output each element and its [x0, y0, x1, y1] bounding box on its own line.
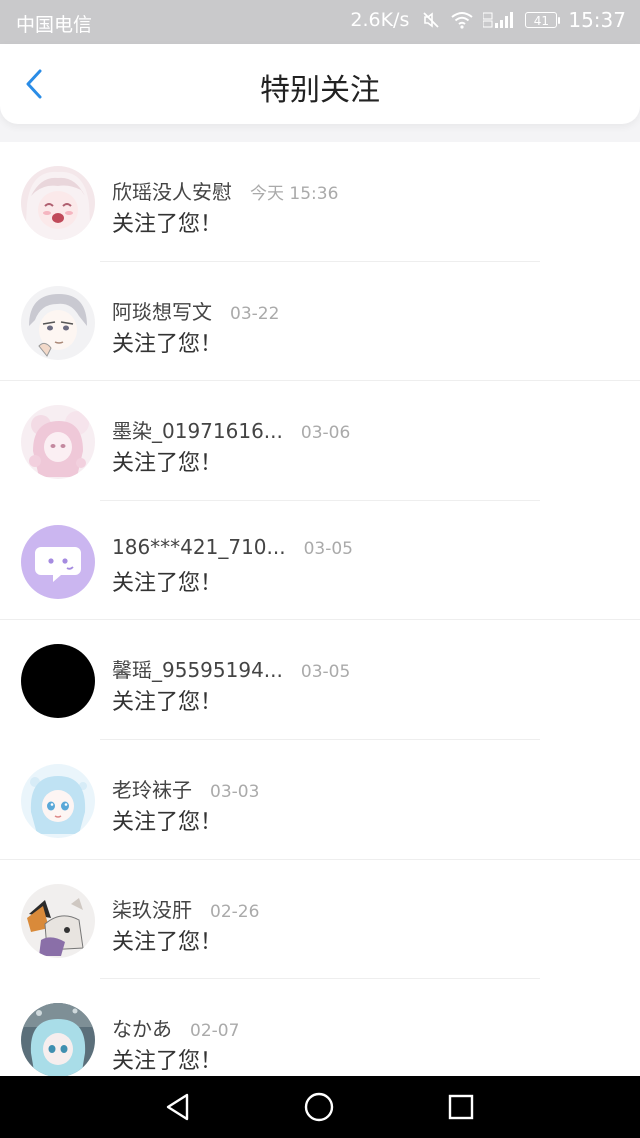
list-item[interactable]: 186***421_710... 03-05 关注了您！ — [0, 501, 640, 621]
list-item[interactable]: 墨染_01971616... 03-06 关注了您！ — [0, 381, 640, 501]
user-name-row: 柒玖没肝 02-26 — [112, 894, 259, 923]
list-item[interactable]: 老玲袜子 03-03 关注了您！ — [0, 740, 640, 860]
user-name: 馨瑶_95595194... — [112, 658, 283, 683]
user-name-row: 墨染_01971616... 03-06 — [112, 415, 350, 444]
avatar[interactable] — [21, 405, 95, 480]
user-name-row: 馨瑶_95595194... 03-05 — [112, 654, 350, 683]
mute-icon — [421, 10, 441, 30]
timestamp: 02-26 — [210, 901, 260, 922]
list-item[interactable]: 欣瑶没人安慰 今天 15:36 关注了您！ — [0, 142, 640, 262]
user-name: 欣瑶没人安慰 — [112, 180, 232, 204]
user-name: 柒玖没肝 — [112, 897, 192, 922]
list-item[interactable]: 馨瑶_95595194... 03-05 关注了您！ — [0, 620, 640, 740]
avatar[interactable] — [21, 285, 95, 360]
user-name-row: 阿琰想写文 03-22 — [112, 296, 279, 325]
timestamp: 03-05 — [303, 538, 353, 559]
page-title: 特别关注 — [260, 73, 380, 108]
user-name: 186***421_710... — [112, 534, 286, 559]
battery-icon: 41 — [525, 12, 561, 28]
avatar[interactable] — [21, 166, 95, 240]
message-text: 关注了您！ — [112, 809, 223, 835]
user-name-row: なかあ 02-07 — [112, 1013, 239, 1042]
user-name: 老玲袜子 — [112, 777, 192, 802]
user-name-row: 186***421_710... 03-05 — [112, 535, 353, 559]
battery-tip — [558, 16, 561, 24]
list-item[interactable]: 阿琰想写文 03-22 关注了您！ — [0, 262, 640, 382]
user-name: 阿琰想写文 — [112, 299, 212, 324]
timestamp: 02-07 — [190, 1021, 240, 1042]
message-text: 关注了您！ — [112, 451, 223, 477]
user-name: 墨染_01971616... — [112, 419, 283, 444]
user-name: なかあ — [112, 1017, 172, 1042]
status-bar: 中国电信 2.6K/s 41 15:37 — [0, 0, 640, 44]
header: 特别关注 — [0, 44, 640, 124]
wifi-icon — [451, 11, 473, 29]
avatar[interactable] — [21, 524, 95, 599]
avatar[interactable] — [21, 763, 95, 838]
message-text: 关注了您！ — [112, 212, 223, 237]
message-text: 关注了您！ — [112, 1049, 223, 1075]
system-nav-bar — [0, 1076, 640, 1138]
message-text: 关注了您！ — [112, 570, 223, 596]
timestamp: 03-03 — [210, 781, 260, 802]
signal-icon — [482, 11, 515, 29]
network-speed: 2.6K/s — [350, 9, 410, 31]
user-name-row: 欣瑶没人安慰 今天 15:36 — [112, 176, 338, 205]
message-text: 关注了您！ — [112, 929, 223, 955]
notification-list: 欣瑶没人安慰今天 15:36 关注了您！ 阿琰想写文 03-22 关注了您！ — [0, 142, 640, 1076]
timestamp: 今天 15:36 — [250, 184, 339, 204]
avatar[interactable] — [21, 883, 95, 958]
message-text: 关注了您！ — [112, 331, 223, 357]
status-right: 2.6K/s 41 15:37 — [350, 8, 626, 32]
list-item[interactable]: なかあ 02-07 关注了您！ — [0, 979, 640, 1076]
clock: 15:37 — [568, 8, 626, 32]
battery-level: 41 — [525, 12, 558, 28]
carrier-label: 中国电信 — [16, 14, 93, 36]
back-triangle-icon[interactable] — [160, 1090, 194, 1124]
avatar[interactable] — [21, 644, 95, 719]
user-name-row: 老玲袜子 03-03 — [112, 774, 259, 803]
message-text: 关注了您！ — [112, 690, 223, 716]
home-circle-icon[interactable] — [302, 1090, 336, 1124]
avatar[interactable] — [21, 1003, 95, 1076]
recents-square-icon[interactable] — [444, 1090, 478, 1124]
timestamp: 03-22 — [230, 303, 280, 324]
timestamp: 03-06 — [300, 423, 351, 444]
list-item[interactable]: 柒玖没肝 02-26 关注了您！ — [0, 860, 640, 980]
timestamp: 03-05 — [300, 662, 351, 683]
